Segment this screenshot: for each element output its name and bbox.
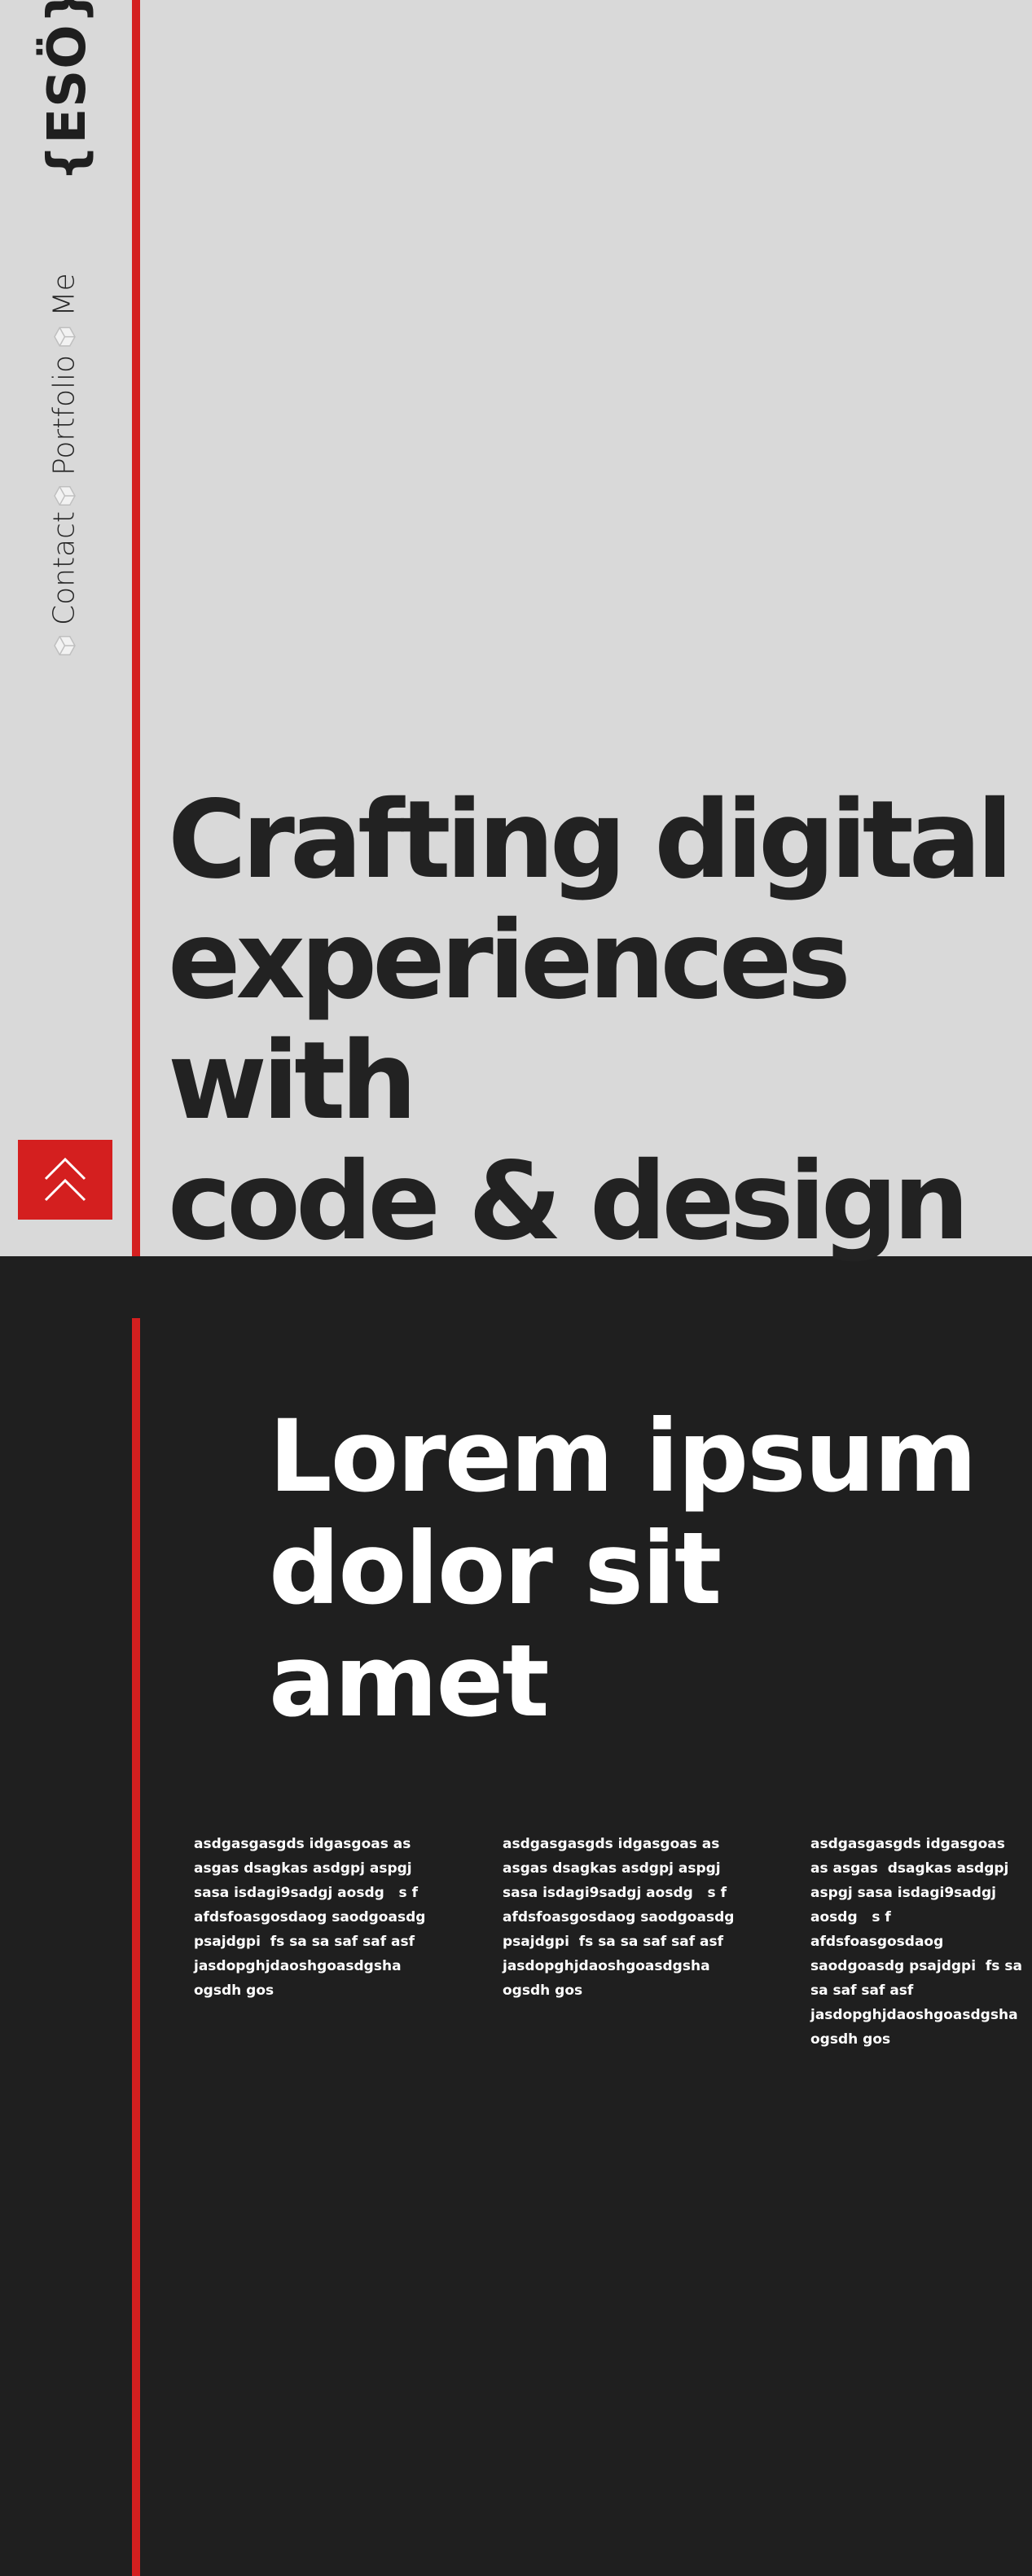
cube-icon	[53, 486, 76, 506]
section-title: Lorem ipsum dolor sit amet	[269, 1400, 1026, 1737]
scroll-to-top-button[interactable]	[18, 1140, 112, 1220]
hero-headline-line: code & design	[168, 1139, 969, 1264]
vertical-nav: Me Portfolio Contact	[44, 269, 85, 659]
hero-headline-line: Crafting digital	[168, 778, 1013, 903]
nav-item-portfolio[interactable]: Portfolio	[48, 355, 81, 508]
nav-label-me: Me	[47, 273, 81, 317]
nav-label-portfolio: Portfolio	[47, 354, 81, 476]
cube-icon	[53, 636, 76, 656]
accent-line-bottom	[132, 1318, 140, 2576]
double-chevron-up-icon	[44, 1157, 86, 1202]
nav-item-contact[interactable]: Contact	[48, 511, 81, 658]
cube-icon	[53, 326, 76, 347]
section-title-line: dolor sit amet	[269, 1511, 722, 1739]
text-column-2: asdgasgasgds idgasgoas as asgas dsagkas …	[503, 1836, 740, 1999]
logo-text: {ESÖ}	[37, 0, 98, 182]
logo[interactable]: {ESÖ}	[23, 0, 112, 182]
hero-headline: Crafting digital experiences with code &…	[168, 780, 1023, 1262]
nav-label-contact: Contact	[47, 510, 81, 626]
nav-item-me[interactable]: Me	[48, 273, 81, 348]
text-column-1: asdgasgasgds idgasgoas as asgas dsagkas …	[194, 1836, 431, 1999]
hero-headline-line: experiences with	[168, 898, 851, 1144]
accent-line-top	[132, 0, 140, 1256]
section-title-line: Lorem ipsum	[269, 1399, 977, 1514]
text-column-3: asdgasgasgds idgasgoas as asgas dsagkas …	[810, 1836, 1027, 2048]
